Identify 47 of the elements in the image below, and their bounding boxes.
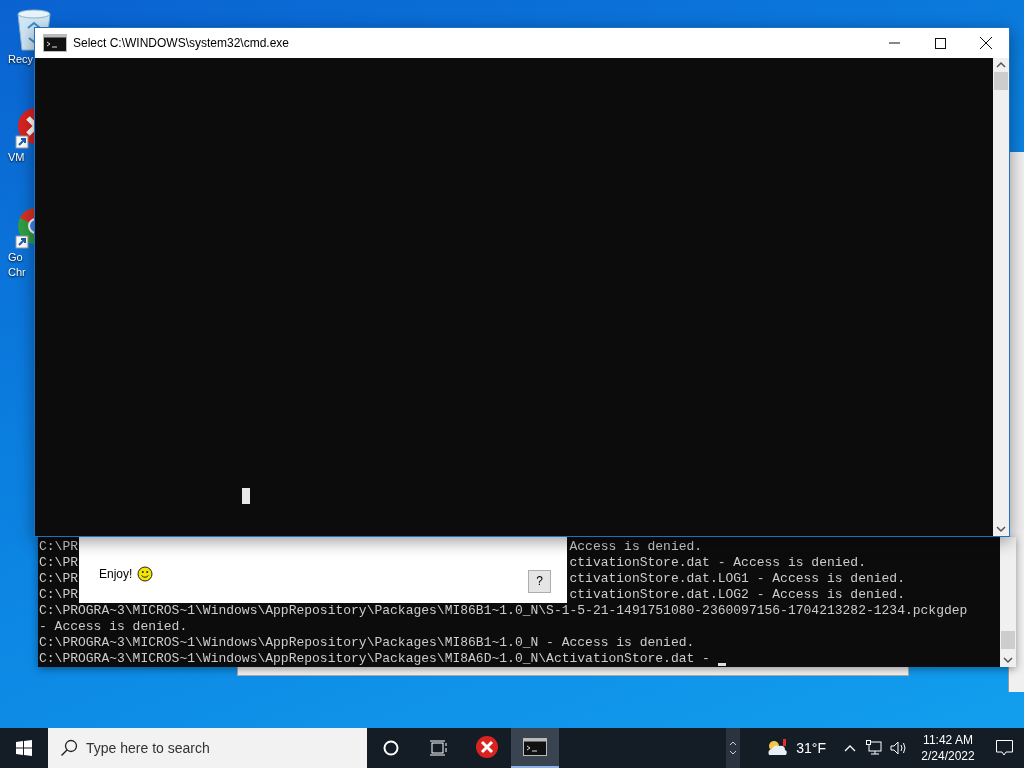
console-line: C:\PROGRA~3\MICROS~1\Windows\AppRepository\Packages\MI86B1~1.0_N\S-1-5-21-1491751080-2360097156-1704213282-1234.pckgdep bbox=[39, 603, 968, 619]
caret-down-icon bbox=[729, 750, 738, 755]
clock-date[interactable]: 2/24/2022 bbox=[921, 748, 975, 764]
dialog-message: Enjoy! bbox=[99, 566, 133, 583]
task-view-icon bbox=[430, 740, 448, 756]
console-line: Access is denied. bbox=[569, 539, 703, 555]
speech-bubble-icon bbox=[995, 740, 1013, 756]
desktop-icon-label: Go bbox=[8, 250, 23, 265]
desktop-icon-label: Recy bbox=[8, 52, 34, 67]
console-line: C:\PR bbox=[39, 539, 78, 555]
desktop-icon-label: VM bbox=[8, 150, 25, 165]
taskbar-app[interactable] bbox=[511, 728, 559, 768]
search-placeholder: Type here to search bbox=[86, 738, 210, 758]
console-line: C:\PR bbox=[39, 555, 78, 571]
window-title: Select C:\WINDOWS\system32\cmd.exe bbox=[73, 35, 290, 52]
desktop-icon-label: Chr bbox=[8, 265, 26, 280]
minimize-icon bbox=[888, 42, 900, 44]
clock-time[interactable]: 11:42 AM bbox=[923, 732, 973, 748]
search-field[interactable]: Type here to search bbox=[48, 728, 367, 768]
console-line: ctivationStore.dat - Access is denied. bbox=[569, 555, 866, 571]
close-icon bbox=[980, 37, 992, 49]
console-line: - Access is denied. bbox=[39, 619, 188, 635]
network-icon[interactable] bbox=[866, 740, 882, 756]
weather-cloud-icon bbox=[766, 739, 789, 757]
console-app-icon bbox=[523, 738, 547, 756]
error-app-icon bbox=[475, 735, 499, 759]
search-icon bbox=[60, 739, 78, 757]
console-line: ctivationStore.dat.LOG1 - Access is denied. bbox=[569, 571, 905, 587]
weather-temperature[interactable]: 31°F bbox=[796, 737, 826, 759]
console-line: C:\PROGRA~3\MICROS~1\Windows\AppRepository\Packages\MI8A6D~1.0_N\ActivationStore.dat - bbox=[39, 651, 710, 667]
help-button[interactable]: ? bbox=[528, 569, 551, 593]
maximize-icon bbox=[934, 37, 946, 49]
console-app-icon bbox=[43, 34, 67, 52]
volume-icon[interactable] bbox=[890, 740, 907, 756]
text-cursor bbox=[242, 488, 250, 504]
console-line: ctivationStore.dat.LOG2 - Access is denied. bbox=[569, 587, 905, 603]
scrollbar-thumb bbox=[1001, 631, 1015, 649]
circle-icon bbox=[383, 740, 399, 756]
chevron-up-icon[interactable] bbox=[844, 744, 856, 752]
console-line: C:\PROGRA~3\MICROS~1\Windows\AppRepository\Packages\MI86B1~1.0_N - Access is denied. bbox=[39, 635, 695, 651]
console-line: C:\PR bbox=[39, 587, 78, 603]
smiley-icon bbox=[137, 566, 154, 582]
caret-up-icon bbox=[729, 741, 738, 746]
windows-logo-icon bbox=[16, 740, 32, 756]
text-cursor bbox=[717, 663, 726, 666]
console-line: C:\PR bbox=[39, 571, 78, 587]
scrollbar-thumb bbox=[994, 72, 1008, 90]
